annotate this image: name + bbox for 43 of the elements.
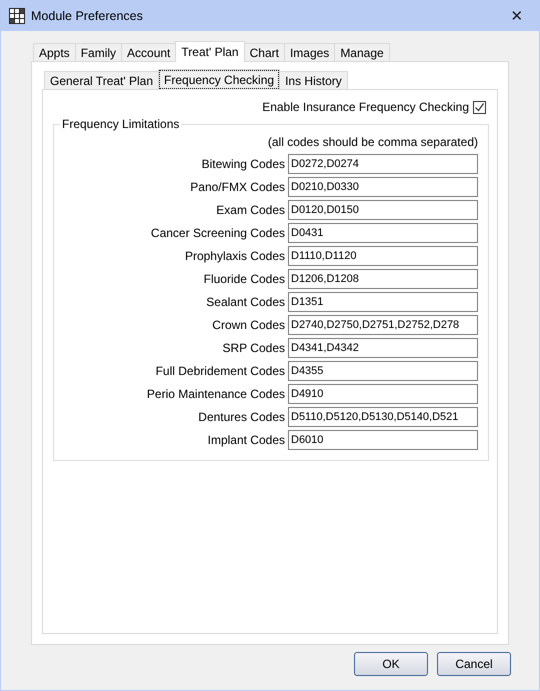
field-label: Exam Codes (215, 203, 285, 217)
input-field[interactable]: D1206,D1208 (288, 269, 478, 289)
dialog-button[interactable]: Cancel (437, 652, 511, 676)
field-label: Fluoride Codes (202, 272, 285, 286)
tab[interactable]: Manage (334, 43, 390, 61)
input-field[interactable]: D1351 (288, 292, 478, 312)
tab[interactable]: General Treat' Plan (44, 71, 160, 89)
input-field[interactable]: D4341,D4342 (288, 338, 478, 358)
checkbox-label: Enable Insurance Frequency Checking (262, 100, 469, 114)
input-field[interactable]: D6010 (288, 430, 478, 450)
field-label: Full Debridement Codes (154, 364, 285, 378)
checkbox[interactable] (473, 100, 486, 114)
input-field[interactable]: D4910 (288, 384, 478, 404)
field-label: Sealant Codes (205, 295, 285, 309)
field-label: Dentures Codes (197, 410, 285, 424)
input-field[interactable]: D5110,D5120,D5130,D5140,D521 (288, 407, 478, 427)
hint-text: (all codes should be comma separated) (266, 135, 478, 149)
input-field[interactable]: D0431 (288, 223, 478, 243)
input-field[interactable]: D0272,D0274 (288, 154, 478, 174)
tab[interactable]: Treat' Plan (175, 41, 245, 62)
tab[interactable]: Images (284, 43, 336, 61)
input-field[interactable]: D2740,D2750,D2751,D2752,D278 (288, 315, 478, 335)
tab[interactable]: Frequency Checking (158, 69, 280, 90)
field-label: Implant Codes (206, 433, 285, 447)
input-field[interactable]: D0210,D0330 (288, 177, 478, 197)
input-field[interactable]: D1110,D1120 (288, 246, 478, 266)
input-field[interactable]: D4355 (288, 361, 478, 381)
field-label: Cancer Screening Codes (150, 226, 285, 240)
field-label: Crown Codes (211, 318, 285, 332)
tab[interactable]: Appts (33, 43, 76, 61)
field-label: SRP Codes (222, 341, 285, 355)
dialog-button[interactable]: OK (354, 652, 428, 676)
input-field[interactable]: D0120,D0150 (288, 200, 478, 220)
field-label: Perio Maintenance Codes (146, 387, 285, 401)
tab[interactable]: Family (74, 43, 122, 61)
field-label: Prophylaxis Codes (184, 249, 285, 263)
tab[interactable]: Ins History (279, 71, 348, 89)
field-label: Bitewing Codes (200, 157, 285, 171)
field-label: Pano/FMX Codes (189, 180, 285, 194)
close-button[interactable]: ✕ (503, 2, 531, 30)
group-title: Frequency Limitations (60, 117, 182, 131)
window-title: Module Preferences (31, 8, 144, 22)
grid-icon (9, 8, 25, 24)
